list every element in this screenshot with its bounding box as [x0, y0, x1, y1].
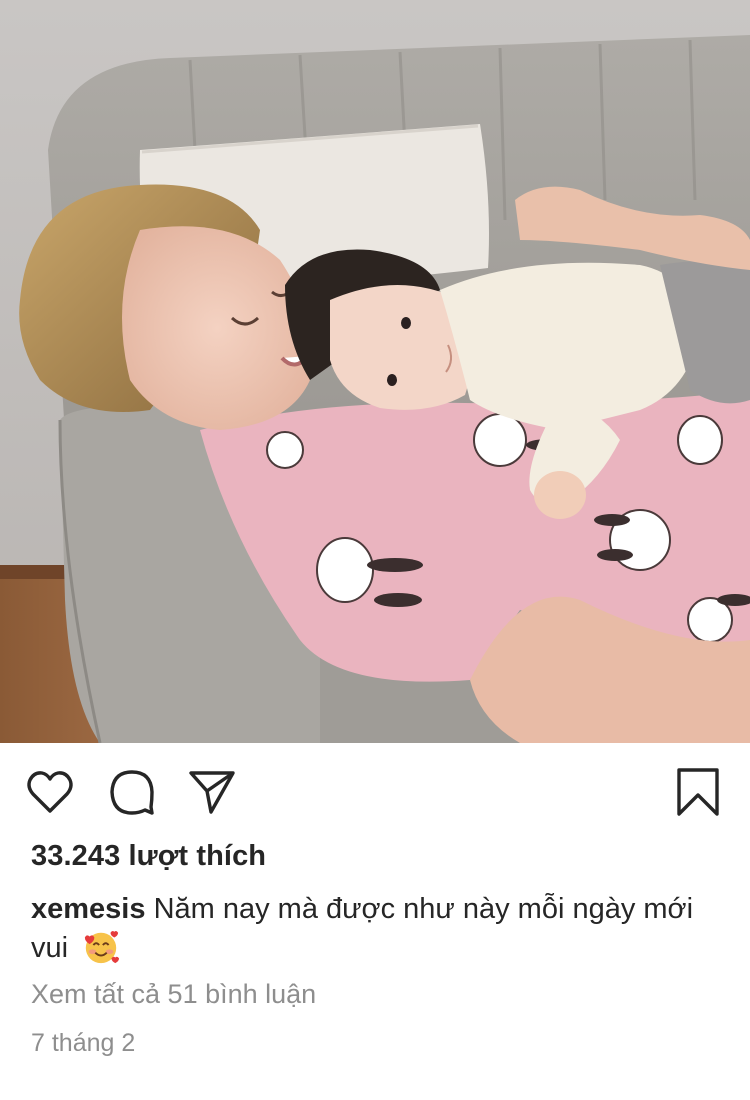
post-date: 7 tháng 2	[31, 1029, 136, 1057]
bookmark-icon	[677, 768, 719, 816]
save-button[interactable]	[672, 766, 724, 818]
post-caption: xemesis Năm nay mà được như này mỗi ngày…	[31, 891, 721, 967]
likes-count[interactable]: 33.243 lượt thích	[31, 840, 266, 873]
smiling-face-with-hearts-icon	[84, 931, 120, 964]
send-icon	[189, 771, 235, 814]
heart-icon	[27, 771, 73, 813]
comment-button[interactable]	[106, 766, 158, 818]
post-actions-bar	[0, 743, 750, 838]
caption-username[interactable]: xemesis	[31, 893, 146, 925]
post-photo[interactable]	[0, 0, 750, 743]
comment-icon	[110, 770, 154, 815]
view-all-comments-link[interactable]: Xem tất cả 51 bình luận	[31, 979, 316, 1010]
share-button[interactable]	[186, 766, 238, 818]
post-image	[0, 0, 750, 743]
like-button[interactable]	[24, 766, 76, 818]
